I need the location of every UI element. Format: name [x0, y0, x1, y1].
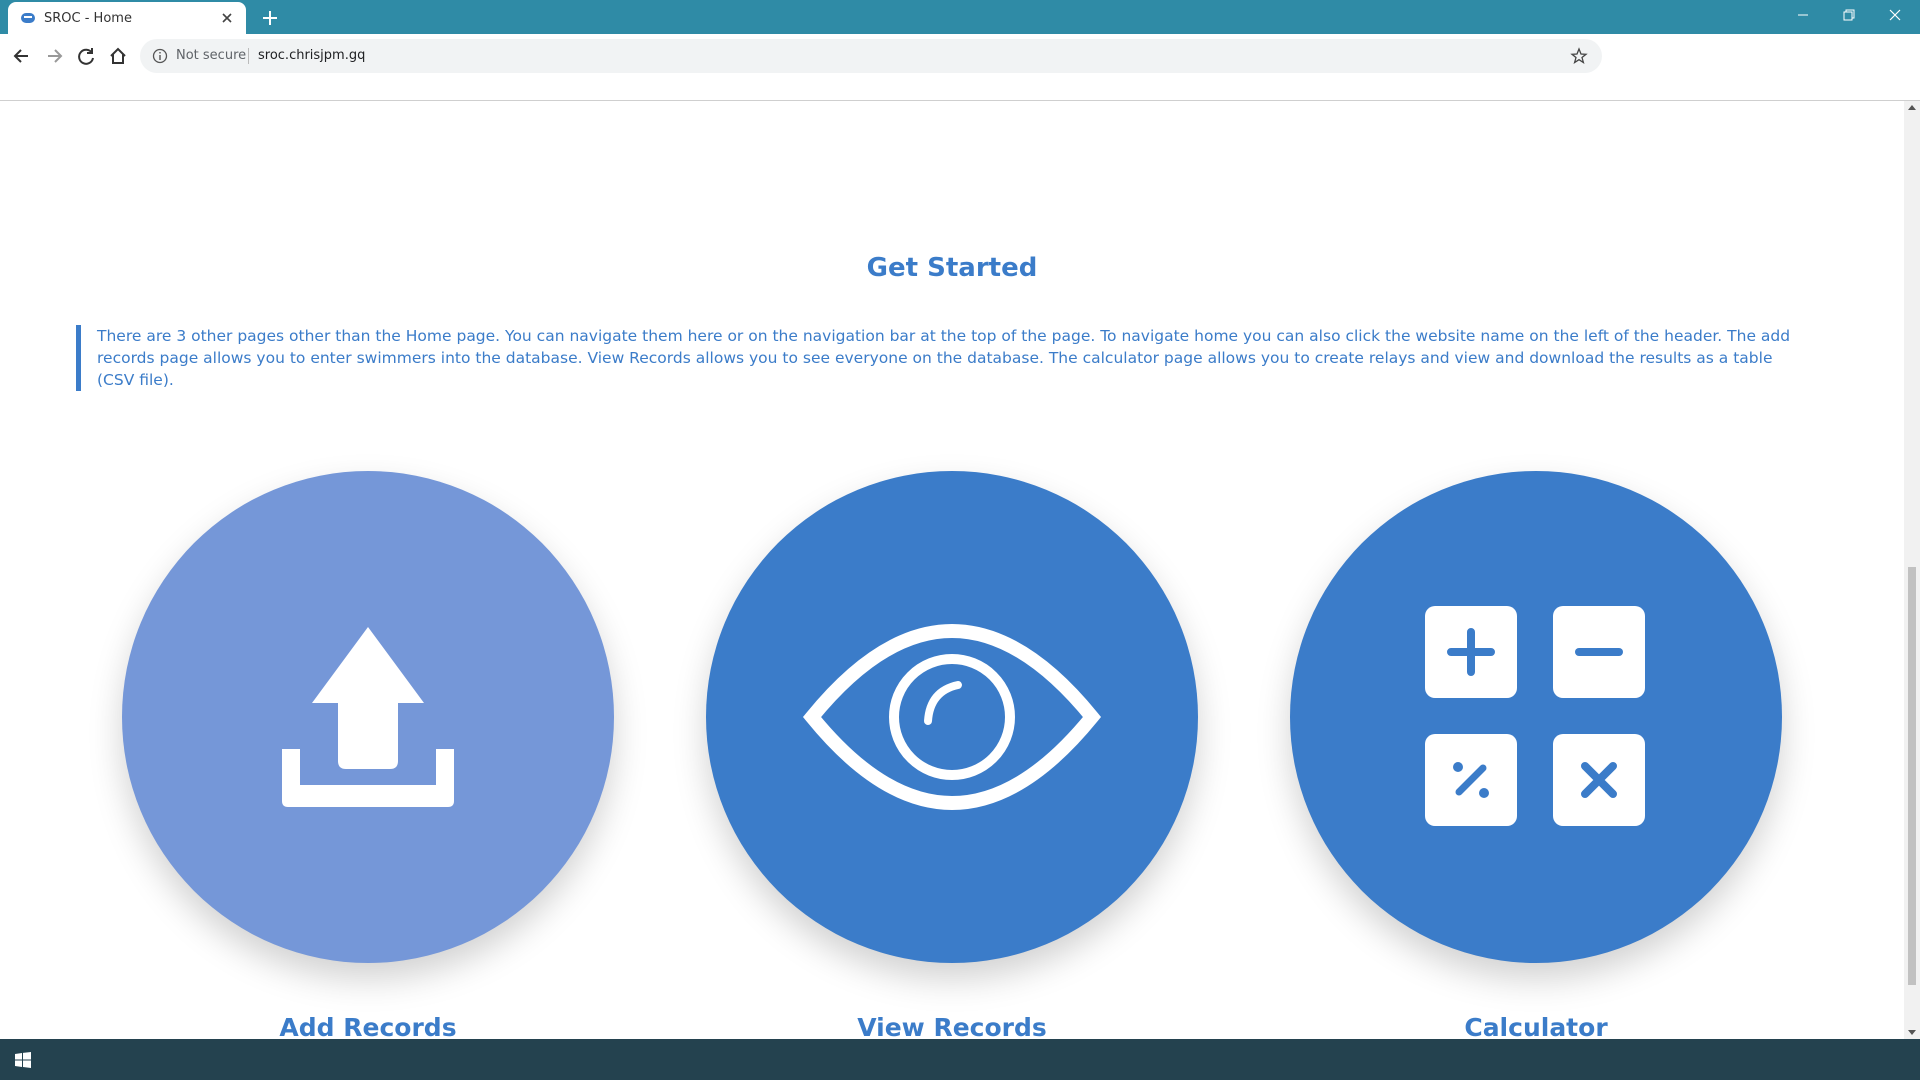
- scroll-up-arrow-icon[interactable]: [1908, 105, 1916, 110]
- eye-icon: [802, 623, 1102, 811]
- calculator-card[interactable]: Calculator: [1290, 471, 1782, 1051]
- new-tab-icon[interactable]: [258, 6, 282, 30]
- forward-icon[interactable]: [40, 42, 68, 70]
- page-scrollbar[interactable]: [1904, 101, 1920, 1039]
- windows-taskbar: [0, 1039, 1920, 1080]
- reload-icon[interactable]: [72, 42, 100, 70]
- scroll-down-arrow-icon[interactable]: [1908, 1030, 1916, 1035]
- address-bar[interactable]: Not secure sroc.chrisjpm.gq: [140, 39, 1602, 73]
- info-icon[interactable]: [152, 48, 168, 64]
- site-favicon-icon: [21, 13, 35, 23]
- calculator-circle[interactable]: [1290, 471, 1782, 963]
- browser-tab-strip: SROC - Home: [0, 0, 1920, 34]
- upload-icon: [282, 627, 454, 807]
- view-records-card[interactable]: View Records: [706, 471, 1198, 1051]
- security-label: Not secure: [176, 48, 247, 63]
- calculator-icon: [1425, 606, 1645, 826]
- close-window-icon[interactable]: [1872, 0, 1918, 30]
- home-icon[interactable]: [104, 42, 132, 70]
- scrollbar-thumb[interactable]: [1908, 567, 1916, 985]
- browser-toolbar: Not secure sroc.chrisjpm.gq: [0, 34, 1920, 101]
- bookmark-star-icon[interactable]: [1570, 47, 1588, 65]
- browser-tab[interactable]: SROC - Home: [8, 2, 246, 34]
- add-records-circle[interactable]: [122, 471, 614, 963]
- intro-blockquote: There are 3 other pages other than the H…: [76, 325, 1813, 391]
- restore-icon[interactable]: [1826, 0, 1872, 30]
- url-divider: [248, 48, 249, 64]
- url-text[interactable]: sroc.chrisjpm.gq: [258, 48, 365, 63]
- calculator-label[interactable]: Calculator: [1290, 1013, 1782, 1042]
- add-records-label[interactable]: Add Records: [122, 1013, 614, 1042]
- close-tab-icon[interactable]: [218, 9, 236, 27]
- view-records-label[interactable]: View Records: [706, 1013, 1198, 1042]
- page-viewport: Get Started There are 3 other pages othe…: [0, 101, 1904, 1042]
- add-records-card[interactable]: Add Records: [122, 471, 614, 1051]
- view-records-circle[interactable]: [706, 471, 1198, 963]
- windows-start-icon[interactable]: [14, 1051, 32, 1069]
- tab-title: SROC - Home: [44, 11, 132, 26]
- back-icon[interactable]: [8, 42, 36, 70]
- page-title: Get Started: [866, 253, 1038, 283]
- minimize-icon[interactable]: [1780, 0, 1826, 30]
